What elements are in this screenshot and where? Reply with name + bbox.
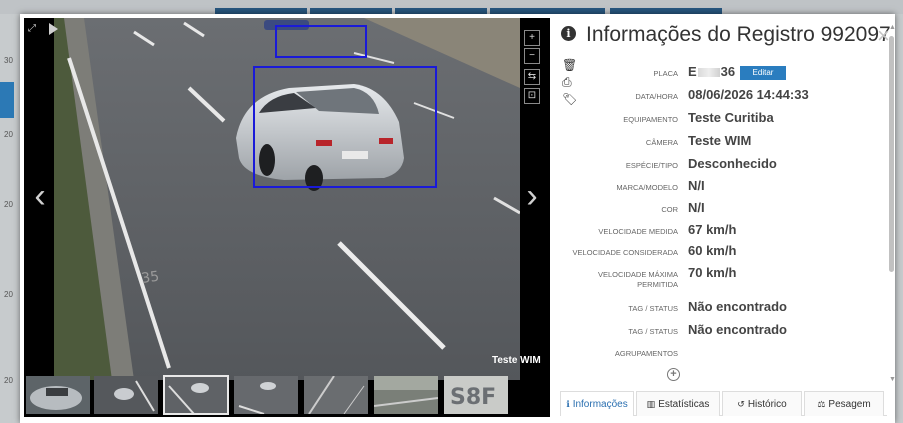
tab-informacoes[interactable]: ℹ Informações — [560, 391, 634, 416]
history-icon: ↺ — [737, 399, 745, 409]
tab-estatisticas[interactable]: ▥ Estatísticas — [636, 391, 720, 416]
fullscreen-icon[interactable]: ⤢ — [28, 24, 36, 34]
background-number: 20 — [4, 290, 13, 299]
record-modal: 35 ⤢ ‹ › + − ⇆ ⊡ Teste WIM S8F i Informa… — [20, 14, 896, 423]
groupings-label: AGRUPAMENTOS — [614, 349, 678, 358]
edit-plate-button[interactable]: Editar — [740, 66, 786, 80]
considered-speed-value: 60 km/h — [688, 243, 737, 258]
measured-speed-value: 67 km/h — [688, 222, 737, 237]
thumbnail-1[interactable] — [26, 376, 90, 414]
species-type-value: Desconhecido — [688, 156, 777, 171]
color-label: COR — [661, 205, 678, 214]
color-value: N/I — [688, 200, 705, 215]
scroll-up-icon[interactable]: ▲ — [889, 24, 896, 31]
record-tabs: ℹ Informações ▥ Estatísticas ↺ Histórico ⚖ P… — [560, 391, 887, 416]
background-right-panel — [895, 14, 903, 423]
record-info-panel: i Informações do Registro 992097 × 🗑 ⎙ 🏷… — [560, 14, 896, 423]
max-speed-label: VELOCIDADE MÁXIMA PERMITIDA — [597, 270, 678, 289]
svg-text:35: 35 — [140, 269, 160, 287]
add-grouping-icon[interactable]: + — [667, 368, 680, 381]
plate-prefix: E — [688, 64, 697, 79]
tag-status-value: Não encontrado — [688, 299, 787, 314]
tab-label: Histórico — [747, 399, 787, 410]
species-type-label: ESPÉCIE/TIPO — [625, 161, 678, 170]
info-icon: i — [561, 26, 576, 41]
swap-view-button[interactable]: ⇆ — [524, 69, 540, 85]
measured-speed-label: VELOCIDADE MEDIDA — [598, 227, 678, 236]
plate-suffix: 36 — [720, 64, 736, 79]
camera-watermark: Teste WIM — [492, 355, 541, 366]
background-number: 20 — [4, 130, 13, 139]
previous-image-arrow-icon[interactable]: ‹ — [28, 176, 52, 216]
thumbnail-6[interactable] — [374, 376, 438, 414]
thumbnail-2[interactable] — [94, 376, 158, 414]
tab-label: Pesagem — [828, 399, 871, 410]
max-speed-value: 70 km/h — [688, 265, 737, 280]
plate-label: PLACA — [653, 69, 678, 78]
tab-pesagem[interactable]: ⚖ Pesagem — [804, 391, 884, 416]
brand-model-label: MARCA/MODELO — [616, 183, 678, 192]
zoom-in-button[interactable]: + — [524, 30, 540, 46]
scroll-down-icon[interactable]: ▼ — [889, 376, 896, 383]
thumbnail-5[interactable] — [304, 376, 368, 414]
tag-status-value-2: Não encontrado — [688, 322, 787, 337]
tag-status-label-2: TAG / STATUS — [628, 327, 678, 336]
thumbnail-3-selected[interactable] — [163, 375, 229, 415]
zoom-out-button[interactable]: − — [524, 48, 540, 64]
equipment-label: EQUIPAMENTO — [623, 115, 678, 124]
tag-status-label: TAG / STATUS — [628, 304, 678, 313]
datetime-value: 08/06/2026 14:44:33 — [688, 87, 809, 102]
thumbnail-4[interactable] — [234, 376, 298, 414]
thumbnail-strip: S8F — [24, 374, 550, 417]
considered-speed-label: VELOCIDADE CONSIDERADA — [572, 248, 678, 257]
background-active-item — [0, 82, 14, 118]
record-title: Informações do Registro 992097 — [586, 23, 891, 46]
background-number: 30 — [4, 56, 13, 65]
scrollbar-thumb[interactable] — [889, 36, 894, 272]
plate-redaction — [697, 68, 720, 78]
background-number: 20 — [4, 200, 13, 209]
tab-historico[interactable]: ↺ Histórico — [722, 391, 802, 416]
background-left-panel: 30 20 20 20 20 — [0, 14, 20, 423]
image-viewer: 35 ⤢ ‹ › + − ⇆ ⊡ Teste WIM S8F — [24, 18, 550, 417]
tab-label: Estatísticas — [658, 399, 710, 410]
datetime-label: DATA/HORA — [635, 92, 678, 101]
close-icon[interactable]: × — [877, 25, 890, 47]
vehicle-photo[interactable]: 35 — [54, 18, 520, 380]
camera-label: CÂMERA — [645, 138, 678, 147]
reset-view-button[interactable]: ⊡ — [524, 88, 540, 104]
thumbnail-7-plate[interactable]: S8F — [444, 376, 508, 414]
plate-value: E 36 — [688, 64, 735, 79]
scale-icon: ⚖ — [817, 399, 826, 409]
brand-model-value: N/I — [688, 178, 705, 193]
equipment-value: Teste Curitiba — [688, 110, 774, 125]
camera-value: Teste WIM — [688, 133, 752, 148]
background-number: 20 — [4, 376, 13, 385]
tab-label: Informações — [572, 399, 628, 410]
svg-text:S8F: S8F — [450, 385, 496, 410]
info-circle-icon: ℹ — [566, 399, 570, 409]
play-icon[interactable] — [49, 23, 58, 35]
bar-chart-icon: ▥ — [646, 399, 656, 409]
next-image-arrow-icon[interactable]: › — [520, 176, 544, 216]
